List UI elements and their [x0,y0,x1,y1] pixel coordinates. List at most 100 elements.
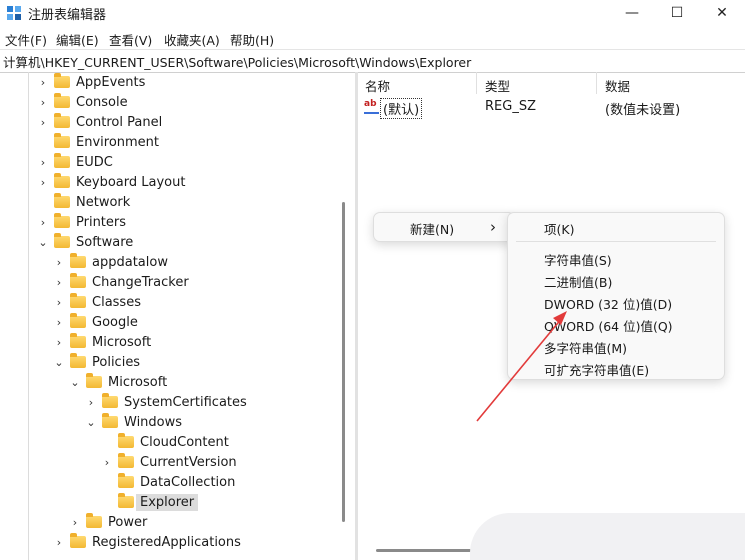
folder-icon [54,213,70,228]
folder-icon [118,493,134,508]
chevron-right-icon[interactable]: › [38,176,48,189]
tree-item-datacollection[interactable]: DataCollection [102,472,235,492]
tree-item-power[interactable]: › Power [70,512,147,532]
menu-favorites[interactable]: 收藏夹(A) [164,30,220,49]
folder-icon [54,73,70,88]
value-row[interactable]: ab (默认) REG_SZ (数值未设置) [358,96,745,119]
folder-icon [118,433,134,448]
tree-guide-line [28,72,29,560]
tree-item-systemcertificates[interactable]: › SystemCertificates [86,392,247,412]
folder-icon [54,193,70,208]
tree-item-classes[interactable]: › Classes [54,292,141,312]
window-title: 注册表编辑器 [28,8,107,23]
column-header-name[interactable]: 名称 [365,76,390,95]
chevron-right-icon[interactable]: › [54,256,64,269]
menu-new-dword[interactable]: DWORD (32 位)值(D) [544,294,672,313]
column-header-type[interactable]: 类型 [485,76,510,95]
tree-item-console[interactable]: › Console [38,92,128,112]
menu-new-string[interactable]: 字符串值(S) [544,250,612,269]
tree-scrollbar-thumb[interactable] [342,202,345,522]
string-value-icon: ab [364,99,379,114]
tree-item-google[interactable]: › Google [54,312,138,332]
value-name: (默认) [380,98,423,119]
new-submenu: 项(K) 字符串值(S) 二进制值(B) DWORD (32 位)值(D) QW… [507,212,725,380]
chevron-right-icon[interactable]: › [102,456,112,469]
chevron-right-icon[interactable]: › [38,96,48,109]
chevron-down-icon[interactable]: ⌄ [86,416,96,429]
tree-item-registeredapplications[interactable]: › RegisteredApplications [54,532,241,552]
menu-separator [516,241,716,242]
folder-icon [86,373,102,388]
menu-help[interactable]: 帮助(H) [230,30,274,49]
menu-new-expandable-string[interactable]: 可扩充字符串值(E) [544,360,649,379]
menu-new[interactable]: 新建(N) [410,219,454,238]
menu-file[interactable]: 文件(F) [5,30,47,49]
tree-item-control-panel[interactable]: › Control Panel [38,112,162,132]
folder-icon [118,453,134,468]
tree-item-network[interactable]: Network [38,192,130,212]
tree-item-explorer[interactable]: Explorer [102,492,199,512]
chevron-right-icon[interactable]: › [54,296,64,309]
tree-item-currentversion[interactable]: › CurrentVersion [102,452,237,472]
tree-item-cloudcontent[interactable]: CloudContent [102,432,229,452]
decorative-corner [470,513,745,560]
tree-item-eudc[interactable]: › EUDC [38,152,113,172]
menu-view[interactable]: 查看(V) [109,30,152,49]
menu-bar: 文件(F) 编辑(E) 查看(V) 收藏夹(A) 帮助(H) [0,26,745,48]
chevron-right-icon[interactable]: › [38,76,48,89]
tree-item-policies[interactable]: ⌄ Policies [54,352,140,372]
chevron-down-icon[interactable]: ⌄ [54,356,64,369]
column-divider[interactable] [596,72,597,94]
tree-item-microsoft[interactable]: › Microsoft [54,332,151,352]
tree-item-appevents[interactable]: › AppEvents [38,72,145,92]
tree-item-changetracker[interactable]: › ChangeTracker [54,272,189,292]
chevron-right-icon[interactable]: › [70,516,80,529]
chevron-right-icon[interactable]: › [38,116,48,129]
tree-item-keyboard-layout[interactable]: › Keyboard Layout [38,172,185,192]
minimize-button[interactable]: — [609,0,655,26]
tree-item-windows[interactable]: ⌄ Windows [86,412,182,432]
value-data: (数值未设置) [605,103,681,118]
folder-icon [54,113,70,128]
chevron-right-icon[interactable]: › [54,316,64,329]
chevron-down-icon[interactable]: ⌄ [38,236,48,249]
menu-new-binary[interactable]: 二进制值(B) [544,272,612,291]
tree-item-policies-microsoft[interactable]: ⌄ Microsoft [70,372,167,392]
address-bar[interactable]: 计算机\HKEY_CURRENT_USER\Software\Policies\… [0,49,745,73]
folder-icon [70,313,86,328]
chevron-down-icon[interactable]: ⌄ [70,376,80,389]
chevron-right-icon[interactable]: › [38,156,48,169]
folder-icon [54,233,70,248]
tree-item-appdatalow[interactable]: › appdatalow [54,252,168,272]
menu-new-multi-string[interactable]: 多字符串值(M) [544,338,627,357]
selected-tree-label: Explorer [136,493,199,511]
key-tree[interactable]: › AppEvents › Console › Control Panel Envir… [0,72,352,560]
menu-new-key[interactable]: 项(K) [544,219,574,238]
folder-icon [70,353,86,368]
minimize-icon: — [625,5,639,21]
chevron-right-icon: › [490,218,496,236]
tree-item-printers[interactable]: › Printers [38,212,126,232]
column-divider[interactable] [476,72,477,94]
chevron-right-icon[interactable]: › [86,396,96,409]
maximize-button[interactable]: ☐ [654,0,700,26]
folder-icon [54,173,70,188]
folder-icon [102,393,118,408]
chevron-right-icon[interactable]: › [38,216,48,229]
folder-icon [70,293,86,308]
maximize-icon: ☐ [670,5,684,21]
close-button[interactable]: ✕ [699,0,745,26]
menu-edit[interactable]: 编辑(E) [56,30,99,49]
context-menu: 新建(N) › [373,212,515,242]
chevron-right-icon[interactable]: › [54,336,64,349]
chevron-right-icon[interactable]: › [54,536,64,549]
values-hscrollbar-thumb[interactable] [376,549,471,552]
tree-item-environment[interactable]: Environment [38,132,159,152]
menu-new-qword[interactable]: QWORD (64 位)值(Q) [544,316,673,335]
folder-icon [118,473,134,488]
column-header-data[interactable]: 数据 [605,76,630,95]
tree-item-software[interactable]: ⌄ Software [38,232,133,252]
value-type: REG_SZ [485,99,536,114]
chevron-right-icon[interactable]: › [54,276,64,289]
folder-icon [102,413,118,428]
